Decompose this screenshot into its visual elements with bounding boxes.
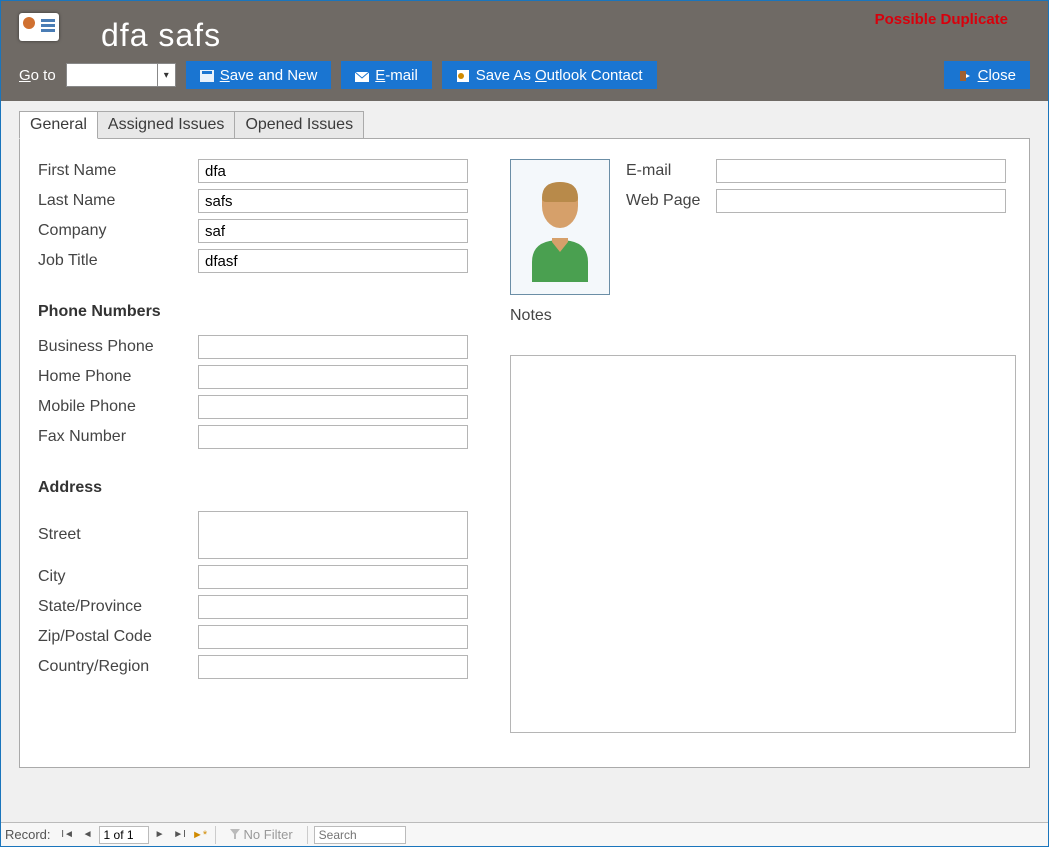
goto-label: Go to [19, 67, 56, 84]
notes-field[interactable] [510, 355, 1016, 733]
filter-status[interactable]: No Filter [230, 827, 293, 842]
right-column: E-mail Web Page Notes [510, 159, 1010, 733]
label-city: City [38, 568, 198, 586]
left-column: First Name Last Name Company Job Title P… [38, 159, 508, 685]
label-business-phone: Business Phone [38, 338, 198, 356]
envelope-icon [355, 69, 369, 81]
label-notes: Notes [510, 295, 1010, 325]
nav-last-button[interactable]: ►I [171, 826, 189, 844]
chevron-down-icon: ▾ [157, 64, 175, 86]
job-title-field[interactable] [198, 249, 468, 273]
goto-dropdown[interactable]: ▾ [66, 63, 176, 87]
record-search-field[interactable] [314, 826, 406, 844]
label-country: Country/Region [38, 658, 198, 676]
nav-next-button[interactable]: ► [151, 826, 169, 844]
first-name-field[interactable] [198, 159, 468, 183]
header-bar: dfa safs Possible Duplicate Go to ▾ Save… [1, 1, 1048, 101]
label-company: Company [38, 222, 198, 240]
contact-avatar[interactable] [510, 159, 610, 295]
nav-prev-button[interactable]: ◄ [79, 826, 97, 844]
save-as-outlook-button[interactable]: Save As Outlook Contact [442, 61, 657, 89]
label-email: E-mail [626, 162, 716, 180]
label-first-name: First Name [38, 162, 198, 180]
outlook-icon [456, 69, 470, 81]
label-state: State/Province [38, 598, 198, 616]
fax-number-field[interactable] [198, 425, 468, 449]
label-job-title: Job Title [38, 252, 198, 270]
company-field[interactable] [198, 219, 468, 243]
separator [215, 826, 216, 844]
label-last-name: Last Name [38, 192, 198, 210]
email-field[interactable] [716, 159, 1006, 183]
person-placeholder-icon [520, 172, 600, 282]
window-title: dfa safs [101, 17, 221, 54]
tab-general[interactable]: General [19, 111, 98, 139]
web-page-field[interactable] [716, 189, 1006, 213]
label-home-phone: Home Phone [38, 368, 198, 386]
label-zip: Zip/Postal Code [38, 628, 198, 646]
label-street: Street [38, 526, 198, 544]
tab-opened-issues[interactable]: Opened Issues [235, 111, 364, 139]
section-address: Address [38, 479, 508, 497]
nav-first-button[interactable]: I◄ [59, 826, 77, 844]
duplicate-warning: Possible Duplicate [875, 11, 1008, 28]
business-phone-field[interactable] [198, 335, 468, 359]
country-field[interactable] [198, 655, 468, 679]
tab-assigned-issues[interactable]: Assigned Issues [98, 111, 236, 139]
separator [307, 826, 308, 844]
last-name-field[interactable] [198, 189, 468, 213]
nav-new-record-button[interactable]: ►* [191, 826, 209, 844]
record-position-field[interactable] [99, 826, 149, 844]
mobile-phone-field[interactable] [198, 395, 468, 419]
state-field[interactable] [198, 595, 468, 619]
city-field[interactable] [198, 565, 468, 589]
filter-icon [230, 827, 240, 842]
label-mobile-phone: Mobile Phone [38, 398, 198, 416]
contact-detail-window: dfa safs Possible Duplicate Go to ▾ Save… [0, 0, 1049, 847]
toolbar: Go to ▾ Save and New E-mail Save [19, 61, 657, 89]
zip-field[interactable] [198, 625, 468, 649]
close-button[interactable]: Close [944, 61, 1030, 89]
body-area: General Assigned Issues Opened Issues Fi… [1, 101, 1048, 822]
record-navigation-bar: Record: I◄ ◄ ► ►I ►* No Filter [1, 822, 1048, 846]
contact-card-icon [19, 13, 67, 45]
tab-strip: General Assigned Issues Opened Issues [19, 111, 1030, 139]
tab-panel-general: First Name Last Name Company Job Title P… [19, 138, 1030, 768]
record-label: Record: [5, 827, 51, 842]
home-phone-field[interactable] [198, 365, 468, 389]
save-icon [200, 69, 214, 81]
door-exit-icon [958, 69, 972, 81]
street-field[interactable] [198, 511, 468, 559]
label-fax-number: Fax Number [38, 428, 198, 446]
email-button[interactable]: E-mail [341, 61, 432, 89]
section-phone-numbers: Phone Numbers [38, 303, 508, 321]
save-and-new-button[interactable]: Save and New [186, 61, 332, 89]
label-web-page: Web Page [626, 192, 716, 210]
